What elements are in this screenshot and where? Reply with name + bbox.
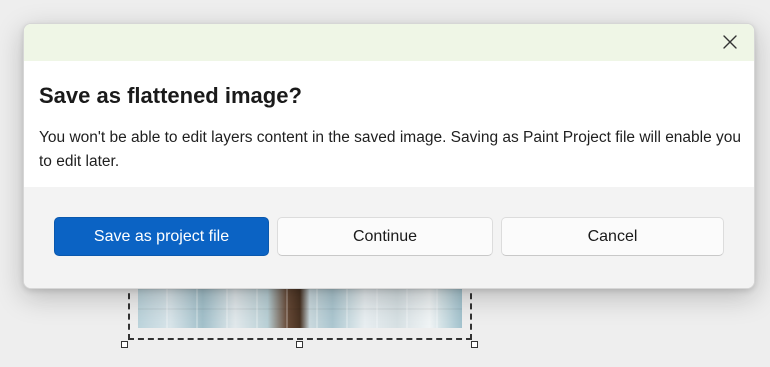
dialog-footer: Save as project file Continue Cancel <box>24 187 754 288</box>
save-as-project-button[interactable]: Save as project file <box>54 217 269 256</box>
continue-button[interactable]: Continue <box>277 217 493 256</box>
close-icon <box>723 35 737 49</box>
save-dialog: Save as flattened image? You won't be ab… <box>23 23 755 289</box>
close-button[interactable] <box>716 28 744 56</box>
dialog-message: You won't be able to edit layers content… <box>39 129 742 170</box>
cancel-button[interactable]: Cancel <box>501 217 724 256</box>
dialog-title: Save as flattened image? <box>39 83 302 108</box>
selection-handle-bottom-right[interactable] <box>471 341 478 348</box>
selection-handle-bottom-left[interactable] <box>121 341 128 348</box>
dialog-header <box>24 24 754 61</box>
selection-handle-bottom-center[interactable] <box>296 341 303 348</box>
